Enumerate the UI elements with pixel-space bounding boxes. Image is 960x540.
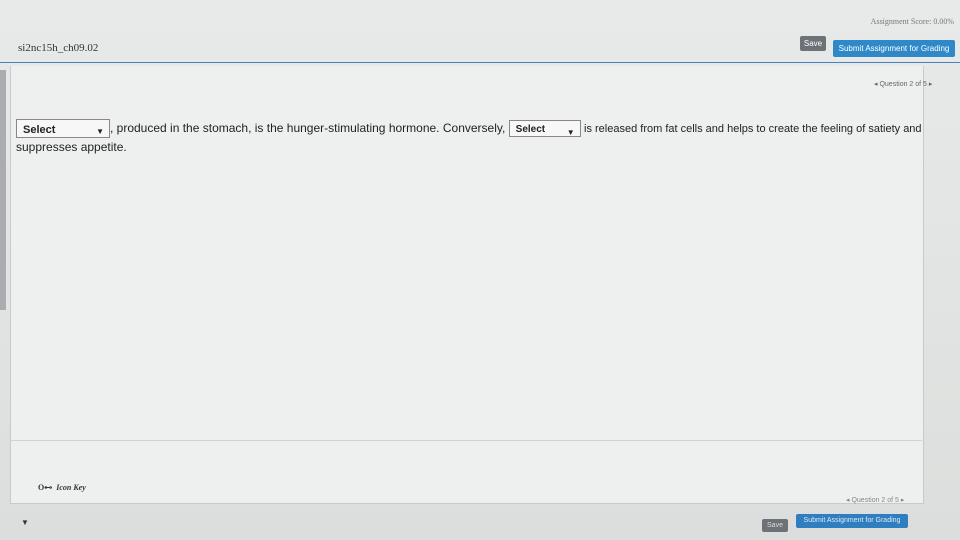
question-text-part-1: , produced in the stomach, is the hunger… (110, 121, 506, 135)
select-2-value: Select (515, 124, 546, 136)
scroll-down-arrow-icon[interactable]: ▼ (21, 518, 29, 527)
panel-divider (10, 440, 922, 441)
question-text-part-2: is released from fat cells and helps to … (584, 123, 922, 135)
course-id: si2nc15h_ch09.02 (18, 42, 99, 54)
question-text-part-3: suppresses appetite. (16, 140, 127, 155)
chevron-down-icon: ▼ (566, 128, 575, 138)
screen: Assignment Score: 0.00% Save Submit Assi… (0, 0, 960, 540)
submit-assignment-button-bottom[interactable]: Submit Assignment for Grading (796, 514, 908, 528)
select-1-value: Select (23, 124, 56, 137)
chevron-down-icon: ▼ (96, 127, 104, 137)
key-icon: O⊷ (38, 483, 53, 492)
save-button-bottom[interactable]: Save (762, 519, 788, 532)
assignment-score: Assignment Score: 0.00% (870, 17, 954, 26)
question-text: Select ▼ , produced in the stomach, is t… (16, 119, 946, 156)
submit-assignment-button[interactable]: Submit Assignment for Grading (833, 40, 955, 57)
header-divider (0, 62, 960, 63)
select-dropdown-2[interactable]: Select ▼ (508, 120, 581, 138)
select-dropdown-1[interactable]: Select ▼ (16, 119, 110, 139)
question-nav-bottom[interactable]: ◂ Question 2 of 5 ▸ (846, 496, 904, 504)
left-scroll-track[interactable] (0, 70, 6, 310)
save-button[interactable]: Save (800, 36, 826, 51)
icon-key-label: Icon Key (56, 483, 86, 492)
icon-key[interactable]: O⊷ Icon Key (38, 483, 86, 492)
question-nav-top[interactable]: ◂ Question 2 of 5 ▸ (874, 80, 932, 88)
